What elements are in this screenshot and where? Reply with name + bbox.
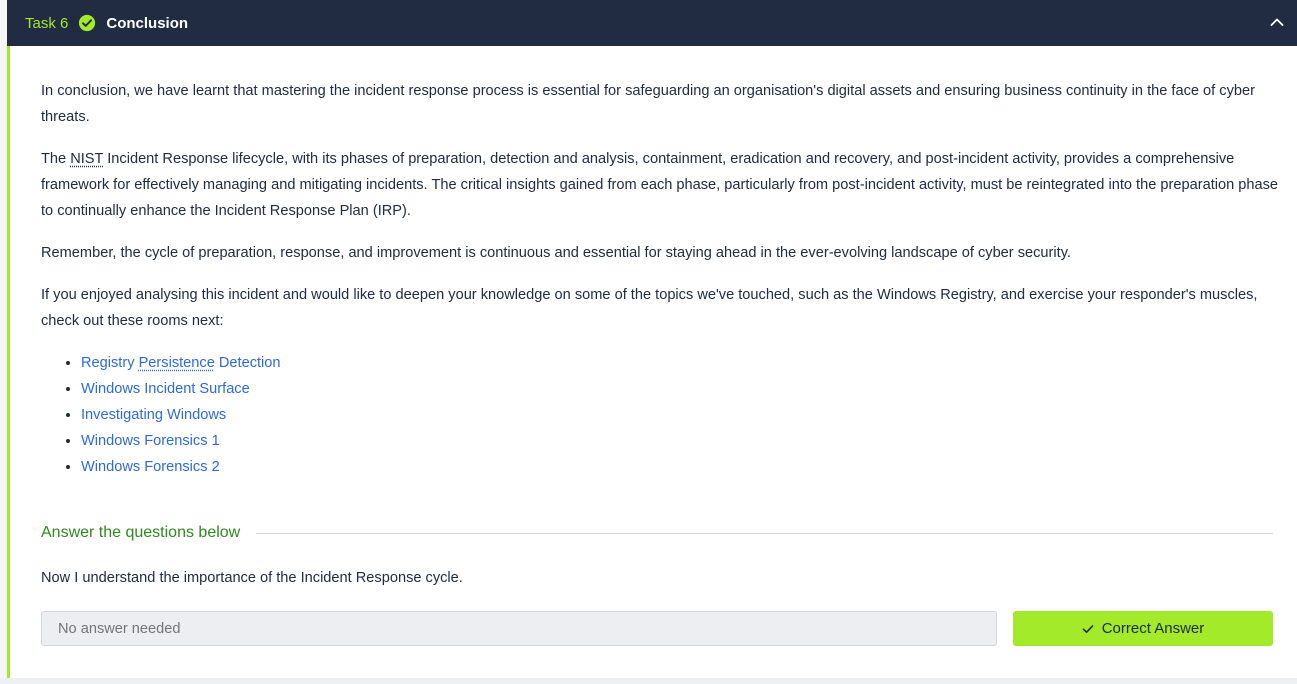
answer-section-heading: Answer the questions below — [41, 524, 1273, 542]
page-bottom-strip — [0, 678, 1297, 684]
task-number: Task 6 — [25, 14, 69, 32]
room-link-registry-persistence-detection[interactable]: Registry Persistence Detection — [81, 355, 281, 371]
paragraph-remember: Remember, the cycle of preparation, resp… — [41, 245, 1071, 261]
room-link-text: Persistence — [138, 355, 215, 371]
room-link-windows-forensics-1[interactable]: Windows Forensics 1 — [81, 433, 220, 449]
room-link-windows-incident-surface[interactable]: Windows Incident Surface — [81, 381, 250, 397]
correct-answer-label: Correct Answer — [1101, 620, 1205, 637]
room-link-windows-forensics-2[interactable]: Windows Forensics 2 — [81, 459, 220, 475]
chevron-up-icon[interactable] — [1268, 13, 1286, 31]
correct-answer-button[interactable]: Correct Answer — [1013, 611, 1273, 646]
paragraph-intro: In conclusion, we have learnt that maste… — [41, 83, 1255, 125]
task-card: Task 6 Conclusion In conclusion, we have… — [7, 0, 1297, 678]
list-item: Investigating Windows — [81, 402, 1281, 428]
paragraph-next-rooms: If you enjoyed analysing this incident a… — [41, 287, 1258, 329]
room-link-text: Registry — [81, 355, 139, 371]
room-list: Registry Persistence Detection Windows I… — [41, 350, 1281, 480]
divider — [256, 532, 1273, 534]
task-content: In conclusion, we have learnt that maste… — [41, 78, 1281, 480]
list-item: Windows Forensics 2 — [81, 454, 1281, 480]
list-item: Windows Incident Surface — [81, 376, 1281, 402]
check-circle-icon — [79, 14, 96, 32]
check-icon — [1082, 624, 1094, 633]
nist-abbreviation: NIST — [70, 151, 104, 167]
list-item: Registry Persistence Detection — [81, 350, 1281, 376]
task-title: Conclusion — [106, 14, 189, 32]
room-link-investigating-windows[interactable]: Investigating Windows — [81, 407, 226, 423]
answer-heading-text: Answer the questions below — [41, 524, 241, 541]
paragraph-nist-prefix: The — [41, 151, 71, 167]
question-text: Now I understand the importance of the I… — [41, 570, 463, 586]
answer-input[interactable] — [41, 611, 997, 646]
paragraph-nist: The NIST Incident Response lifecycle, wi… — [41, 146, 1281, 224]
paragraph-nist-text: Incident Response lifecycle, with its ph… — [41, 151, 1279, 219]
room-link-text: Detection — [214, 355, 281, 371]
list-item: Windows Forensics 1 — [81, 428, 1281, 454]
task-header[interactable]: Task 6 Conclusion — [7, 0, 1297, 46]
